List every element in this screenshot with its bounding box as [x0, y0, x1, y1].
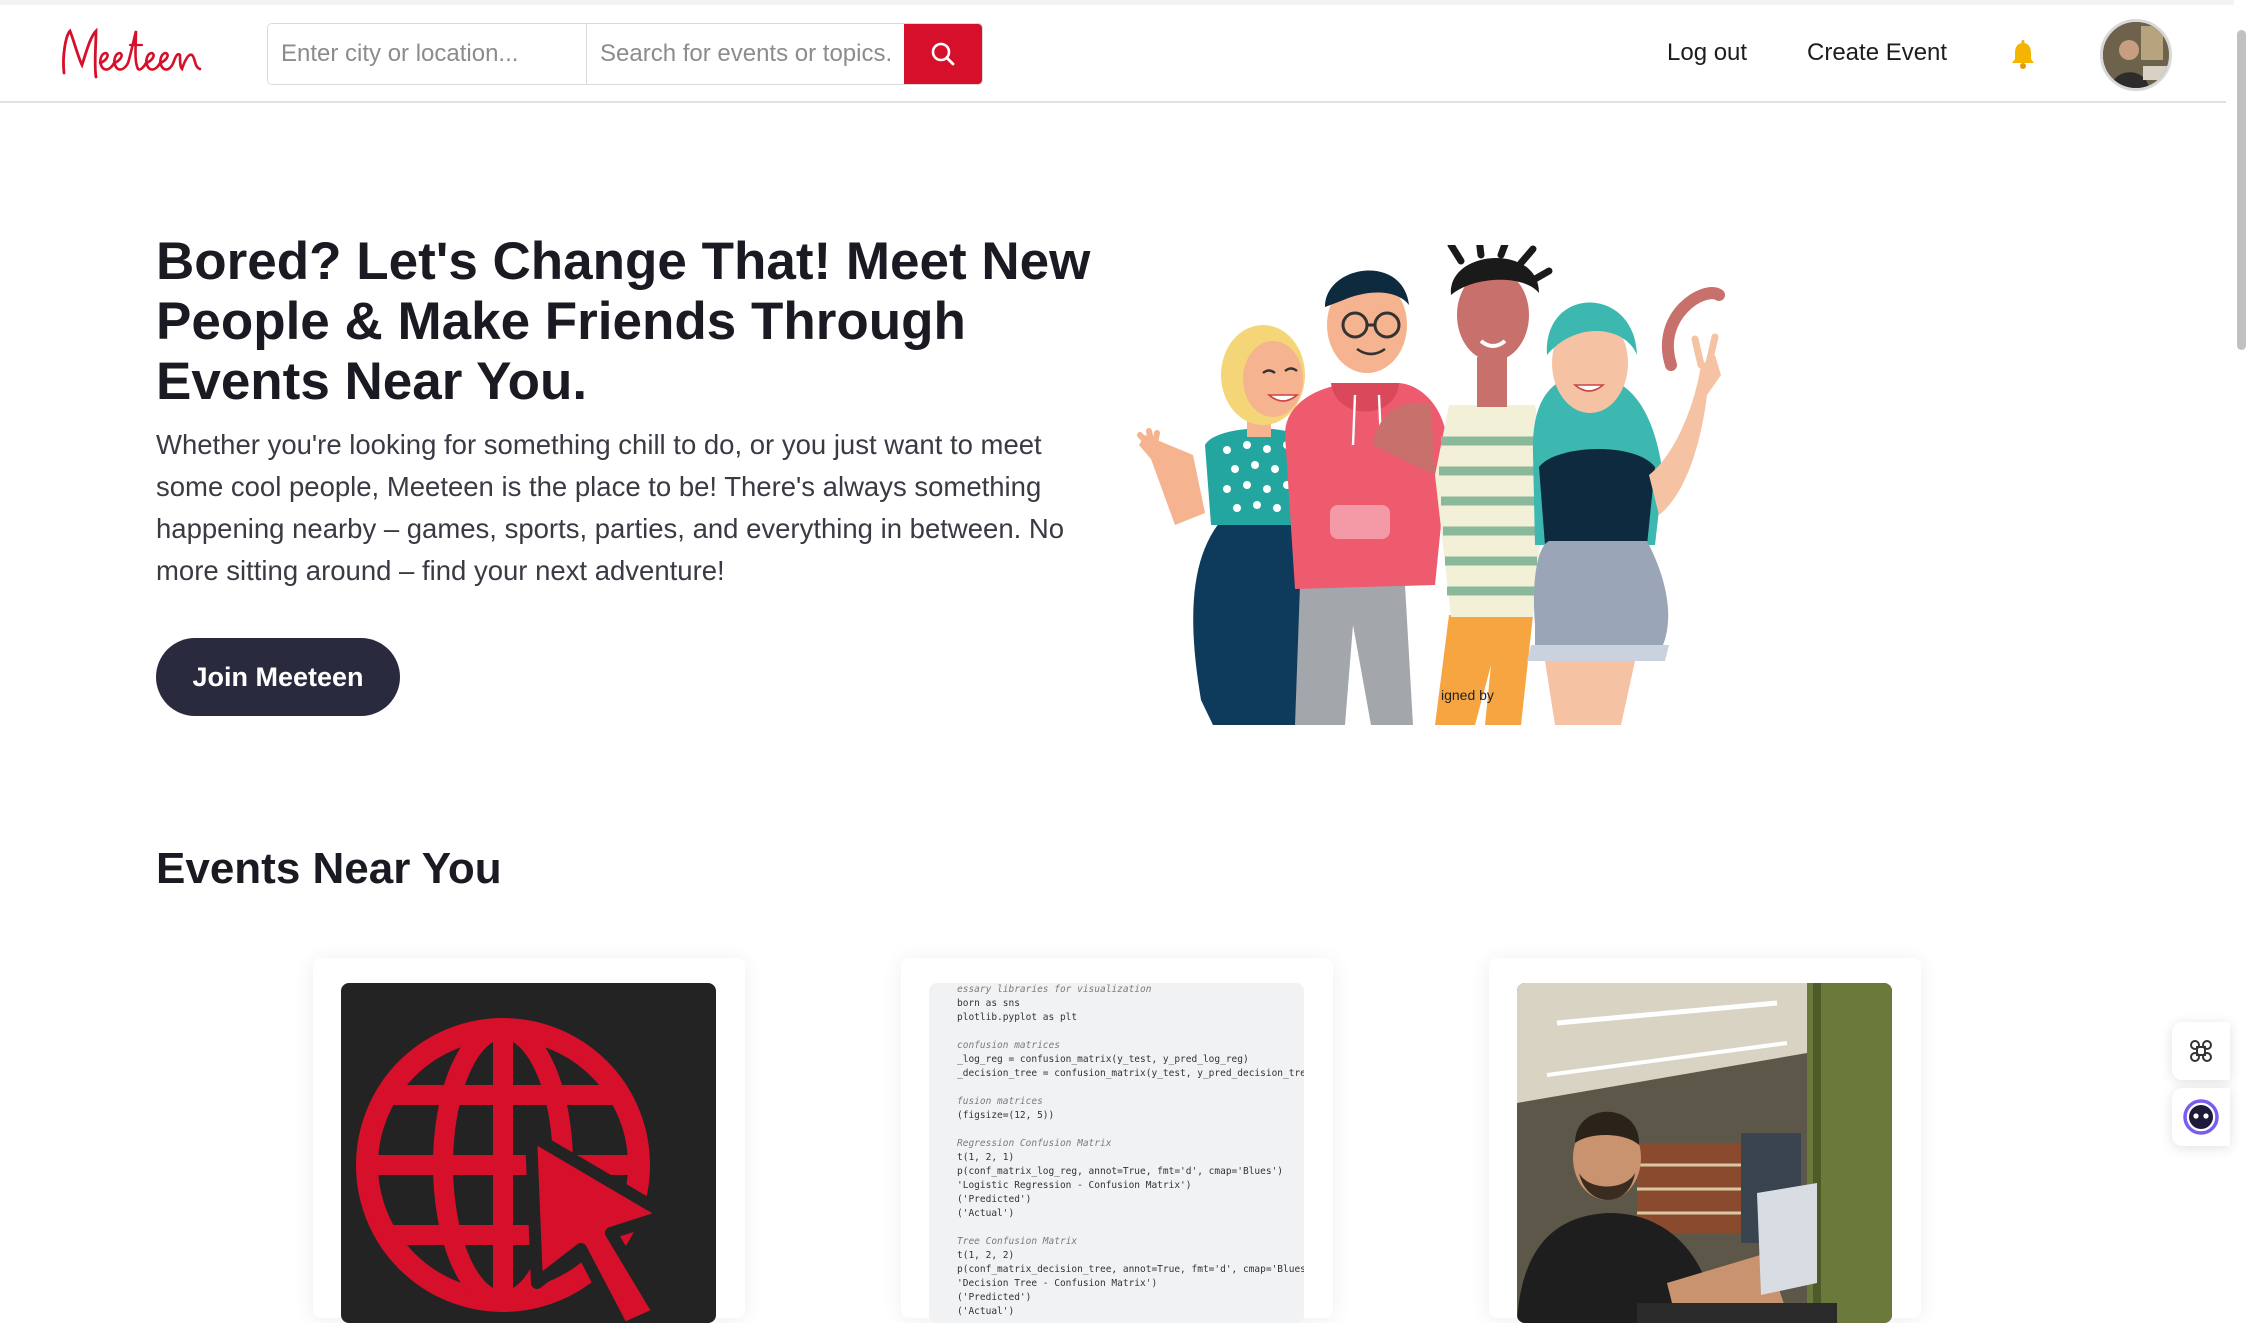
code-line: Regression Confusion Matrix [957, 1138, 1112, 1149]
join-meeteen-button[interactable]: Join Meeteen [156, 638, 400, 716]
friends-group-illustration [1137, 245, 1725, 725]
meeteen-logo[interactable] [56, 17, 216, 93]
event-image[interactable] [341, 983, 716, 1323]
bell-icon[interactable] [2008, 39, 2038, 71]
code-line: _log_reg = confusion_matrix(y_test, y_pr… [957, 1054, 1249, 1065]
code-line: essary libraries for visualization [957, 984, 1152, 995]
code-line: Tree Confusion Matrix [957, 1236, 1078, 1247]
code-line: p(conf_matrix_log_reg, annot=True, fmt='… [957, 1166, 1284, 1177]
code-line: ('Actual') [957, 1208, 1015, 1219]
scrollbar-thumb[interactable] [2237, 30, 2246, 350]
code-line: 'Decision Tree - Confusion Matrix') [957, 1278, 1158, 1289]
code-line: p(conf_matrix_decision_tree, annot=True,… [957, 1264, 1304, 1275]
event-image[interactable] [1517, 983, 1892, 1323]
code-line: ('Actual') [957, 1306, 1015, 1317]
avatar[interactable] [2100, 19, 2172, 91]
code-line: plotlib.pyplot as plt [957, 1012, 1078, 1023]
assistant-widget-button[interactable] [2172, 1088, 2230, 1146]
event-card[interactable]: essary libraries for visualization born a… [901, 958, 1333, 1323]
user-avatar-photo [2103, 22, 2169, 88]
assistant-face-icon [2183, 1099, 2219, 1135]
command-icon [2190, 1040, 2212, 1062]
search-icon [931, 42, 955, 66]
search-bar [267, 23, 983, 85]
hero-title: Bored? Let's Change That! Meet New Peopl… [156, 232, 1091, 411]
site-header: Log out Create Event [0, 5, 2226, 103]
code-line: t(1, 2, 1) [957, 1152, 1015, 1163]
code-line: born as sns [957, 998, 1020, 1009]
code-line: (figsize=(12, 5)) [957, 1110, 1055, 1121]
topic-search-input[interactable] [587, 24, 904, 84]
code-line: _decision_tree = confusion_matrix(y_test… [957, 1068, 1304, 1079]
hero-description: Whether you're looking for something chi… [156, 429, 1065, 586]
event-card[interactable] [313, 958, 745, 1323]
logout-link[interactable]: Log out [1667, 39, 1747, 67]
globe-cursor-icon [356, 1018, 673, 1323]
search-button[interactable] [904, 24, 982, 84]
code-line: fusion matrices [957, 1096, 1043, 1107]
code-snippet: essary libraries for visualization born a… [957, 983, 1304, 1319]
code-line: ('Predicted') [957, 1194, 1032, 1205]
person-at-laptop-photo [1517, 983, 1892, 1323]
events-section-title: Events Near You [156, 844, 502, 893]
illustration-credit: igned by [1441, 687, 1494, 703]
code-line: t(1, 2, 2) [957, 1250, 1015, 1261]
event-card[interactable] [1489, 958, 1921, 1323]
code-line: confusion matrices [957, 1040, 1060, 1051]
create-event-link[interactable]: Create Event [1807, 39, 1947, 67]
code-line: 'Logistic Regression - Confusion Matrix'… [957, 1180, 1192, 1191]
page-scrollbar[interactable] [2234, 0, 2250, 1303]
event-image-code-screenshot[interactable]: essary libraries for visualization born a… [929, 983, 1304, 1323]
command-widget-button[interactable] [2172, 1022, 2230, 1080]
location-input[interactable] [268, 24, 587, 84]
